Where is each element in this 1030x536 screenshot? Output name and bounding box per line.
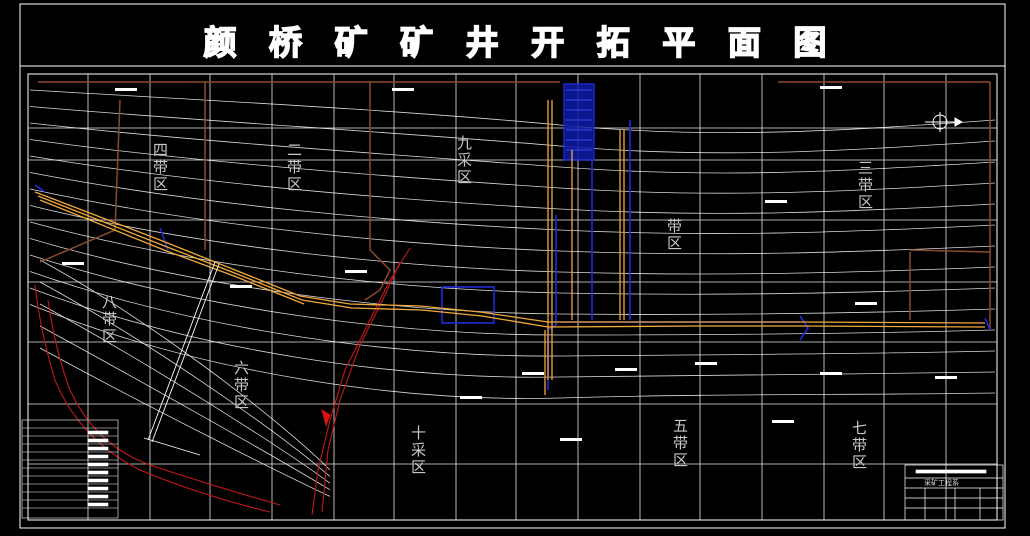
legend-swatch	[87, 486, 109, 491]
legend-swatch	[87, 502, 109, 507]
annotation-bar	[560, 438, 582, 441]
zone-label-liu: 六带区	[232, 360, 250, 411]
annotation-bar	[615, 368, 637, 371]
title-char: 开	[530, 22, 565, 63]
annotation-bar	[820, 372, 842, 375]
title-char: 平	[662, 22, 697, 63]
legend-swatch	[87, 430, 109, 435]
title-char: 拓	[596, 22, 631, 63]
legend-swatch	[87, 494, 109, 499]
annotation-bar	[772, 420, 794, 423]
mine-plan-drawing	[0, 0, 1030, 536]
legend-swatch	[87, 446, 109, 451]
title-char: 桥	[268, 22, 303, 63]
zone-label-dai: 带区	[665, 218, 683, 252]
annotation-bar	[392, 88, 414, 91]
zone-label-qi: 七带区	[850, 420, 868, 471]
title-char: 井	[465, 22, 500, 63]
title-char: 图	[793, 22, 828, 63]
legend-swatch	[87, 462, 109, 467]
annotation-bar	[695, 362, 717, 365]
zone-label-wu: 五带区	[671, 418, 689, 469]
legend-swatch	[87, 454, 109, 459]
annotation-bar	[522, 372, 544, 375]
annotation-bar	[460, 396, 482, 399]
zone-label-ba: 八带区	[100, 294, 118, 345]
title-char: 矿	[399, 22, 434, 63]
title-char: 颜	[203, 22, 238, 63]
annotation-bar	[855, 302, 877, 305]
drawing-title: 颜 桥 矿 矿 井 开 拓 平 面 图	[190, 19, 840, 63]
zone-label-si: 四带区	[151, 142, 169, 193]
zone-label-shi: 十采区	[409, 425, 427, 476]
title-char: 面	[727, 22, 762, 63]
legend-swatch	[87, 438, 109, 443]
title-char: 矿	[334, 22, 369, 63]
drawing-background	[0, 0, 1030, 536]
annotation-bar	[62, 262, 84, 265]
annotation-bar	[935, 376, 957, 379]
annotation-bar	[230, 285, 252, 288]
zone-label-er: 二带区	[285, 142, 303, 193]
annotation-bar	[765, 200, 787, 203]
annotation-bar	[820, 86, 842, 89]
legend-swatch	[87, 478, 109, 483]
zone-label-jiu: 九采区	[455, 135, 473, 186]
annotation-bar	[345, 270, 367, 273]
zone-label-san: 三带区	[856, 160, 874, 211]
title-block-name: 采矿工程系	[924, 479, 959, 487]
annotation-bar	[115, 88, 137, 91]
legend-swatch	[87, 470, 109, 475]
